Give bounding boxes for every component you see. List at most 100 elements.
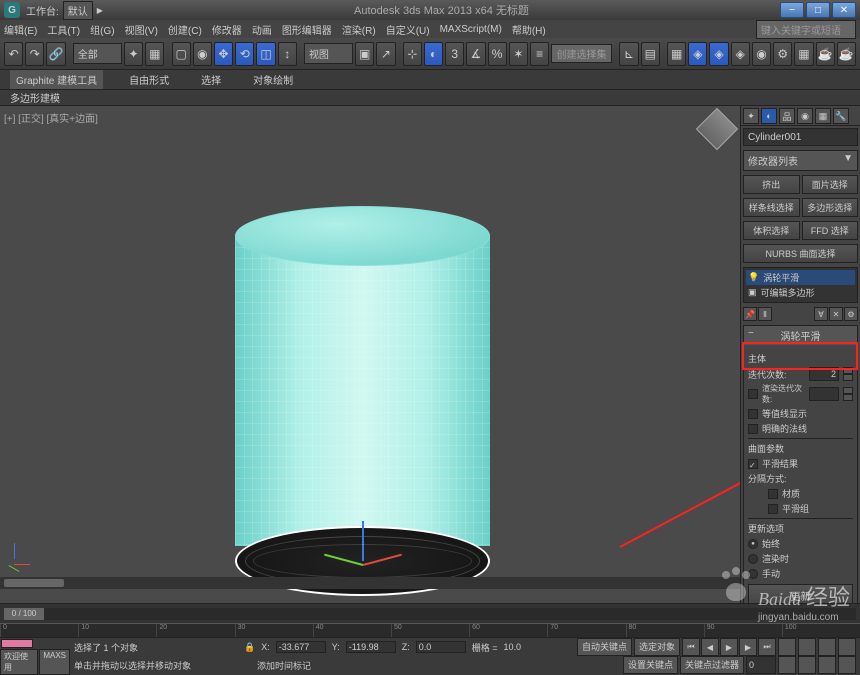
- ribbon-tab-paint[interactable]: 对象绘制: [247, 70, 299, 89]
- render-iters-down[interactable]: [843, 394, 853, 401]
- motion-tab-icon[interactable]: ◉: [797, 108, 813, 124]
- selection-set-dropdown[interactable]: 创建选择集: [551, 44, 612, 63]
- menu-help[interactable]: 帮助(H): [512, 22, 546, 37]
- modify-tab-icon[interactable]: ◐: [761, 108, 777, 124]
- iterations-input[interactable]: [809, 367, 839, 381]
- search-input[interactable]: 键入关键字或短语: [756, 20, 856, 39]
- mirror-button[interactable]: ⊾: [619, 42, 638, 66]
- extrude-preset[interactable]: 挤出: [743, 175, 800, 194]
- manually-radio[interactable]: [748, 569, 758, 579]
- percent-snap[interactable]: 3: [445, 42, 464, 66]
- next-frame-button[interactable]: ▶: [739, 638, 757, 656]
- maximize-button[interactable]: □: [806, 2, 830, 18]
- menu-render[interactable]: 渲染(R): [342, 22, 376, 37]
- menu-graph[interactable]: 图形编辑器: [282, 22, 332, 37]
- rendering-radio[interactable]: [748, 554, 758, 564]
- select-button[interactable]: ✦: [124, 42, 143, 66]
- remove-mod-button[interactable]: ✕: [829, 307, 843, 321]
- render-iters-check[interactable]: [748, 389, 758, 399]
- object-name-field[interactable]: [743, 128, 858, 146]
- gizmo-y-axis[interactable]: [324, 554, 363, 566]
- menu-create[interactable]: 创建(C): [168, 22, 202, 37]
- gizmo-x-axis[interactable]: [362, 554, 401, 566]
- spinner-snap[interactable]: ✶: [509, 42, 528, 66]
- z-input[interactable]: [416, 641, 466, 653]
- viewport-label[interactable]: [+] [正交] [真实+边面]: [4, 110, 98, 125]
- selected-filter[interactable]: 选定对象: [634, 638, 680, 656]
- render-iters-input[interactable]: [809, 387, 839, 401]
- render-button[interactable]: ☕: [816, 42, 835, 66]
- select-paint-button[interactable]: ◉: [193, 42, 212, 66]
- goto-end-button[interactable]: ⏭: [758, 638, 776, 656]
- viewcube[interactable]: [696, 108, 738, 150]
- cylinder-object[interactable]: for(let i=0;i<30;i++)document.write('<di…: [235, 206, 490, 596]
- gizmo-z-axis[interactable]: [362, 521, 364, 561]
- object-name-input[interactable]: [748, 131, 860, 143]
- timetag-label[interactable]: 添加时间标记: [257, 659, 311, 672]
- close-button[interactable]: ✕: [832, 2, 856, 18]
- menu-animation[interactable]: 动画: [252, 22, 272, 37]
- scroll-thumb[interactable]: [4, 579, 64, 587]
- menu-customize[interactable]: 自定义(U): [386, 22, 430, 37]
- rollout-header[interactable]: 涡轮平滑: [744, 326, 857, 345]
- utilities-tab-icon[interactable]: 🔧: [833, 108, 849, 124]
- mesh-select-preset[interactable]: 面片选择: [802, 175, 859, 194]
- explicit-normals-check[interactable]: [748, 424, 758, 434]
- frame-ruler[interactable]: 0 10 20 30 40 50 60 70 80 90 100: [0, 623, 860, 637]
- show-result-button[interactable]: Ⅱ: [758, 307, 772, 321]
- material-button[interactable]: ◉: [752, 42, 771, 66]
- hierarchy-tab-icon[interactable]: 品: [779, 108, 795, 124]
- play-button[interactable]: ▶: [720, 638, 738, 656]
- schematic-button[interactable]: ◈: [731, 42, 750, 66]
- make-unique-button[interactable]: ∀: [814, 307, 828, 321]
- maxscript-tab[interactable]: MAXS: [39, 649, 70, 675]
- polymodel-label[interactable]: 多边形建模: [10, 90, 60, 105]
- x-input[interactable]: [276, 641, 326, 653]
- menu-edit[interactable]: 编辑(E): [4, 22, 37, 37]
- nav-zoomall-icon[interactable]: [778, 656, 796, 674]
- menu-tools[interactable]: 工具(T): [47, 22, 80, 37]
- stack-item-turbosmooth[interactable]: 💡涡轮平滑: [746, 270, 855, 285]
- snap-angle[interactable]: ∡: [466, 42, 485, 66]
- smoothing-groups-check[interactable]: [768, 504, 778, 514]
- scope-dropdown[interactable]: 全部: [73, 43, 122, 64]
- goto-start-button[interactable]: ⏮: [682, 638, 700, 656]
- materials-check[interactable]: [768, 489, 778, 499]
- redo-button[interactable]: ↷: [25, 42, 44, 66]
- y-input[interactable]: [346, 641, 396, 653]
- poly-select-preset[interactable]: 多边形选择: [802, 198, 859, 217]
- snap-toggle[interactable]: ⊹: [403, 42, 422, 66]
- select-rotate-button[interactable]: ⟲: [235, 42, 254, 66]
- iterations-down[interactable]: [843, 374, 853, 381]
- ribbon-tab-freeform[interactable]: 自由形式: [123, 70, 175, 89]
- angle-snap[interactable]: ◐: [424, 42, 443, 66]
- edit-sel-button[interactable]: ≡: [530, 42, 549, 66]
- select-scale-button[interactable]: ◫: [256, 42, 275, 66]
- modifier-stack[interactable]: 💡涡轮平滑 ▣可编辑多边形: [743, 267, 858, 303]
- menu-modifiers[interactable]: 修改器: [212, 22, 242, 37]
- nav-pan-icon[interactable]: [798, 638, 816, 656]
- select-rect-button[interactable]: ▢: [172, 42, 191, 66]
- smooth-result-check[interactable]: [748, 459, 758, 469]
- nav-max-icon[interactable]: [838, 638, 856, 656]
- vol-select-preset[interactable]: 体积选择: [743, 221, 800, 240]
- select-place-button[interactable]: ↕: [278, 42, 297, 66]
- ffd-select-preset[interactable]: FFD 选择: [802, 221, 859, 240]
- time-thumb[interactable]: 0 / 100: [4, 608, 44, 620]
- workspace-dropdown[interactable]: 默认: [63, 1, 93, 20]
- nav-walk-icon[interactable]: [818, 656, 836, 674]
- viewport[interactable]: [+] [正交] [真实+边面] for(let i=0;i<30;i++)do…: [0, 106, 740, 603]
- frame-input[interactable]: [746, 656, 776, 674]
- menu-views[interactable]: 视图(V): [125, 22, 158, 37]
- nav-orbit-icon[interactable]: [818, 638, 836, 656]
- undo-button[interactable]: ↶: [4, 42, 23, 66]
- modifier-list-dropdown[interactable]: 修改器列表▼: [743, 150, 858, 171]
- ribbon-tab-selection[interactable]: 选择: [195, 70, 227, 89]
- time-slider[interactable]: 0 / 100: [0, 603, 860, 623]
- nav-fov-icon[interactable]: [798, 656, 816, 674]
- nurbs-select-preset[interactable]: NURBS 曲面选择: [743, 244, 858, 263]
- menu-maxscript[interactable]: MAXScript(M): [440, 24, 502, 35]
- render-iters-up[interactable]: [843, 387, 853, 394]
- always-radio[interactable]: [748, 539, 758, 549]
- autokey-button[interactable]: 自动关键点: [577, 638, 632, 656]
